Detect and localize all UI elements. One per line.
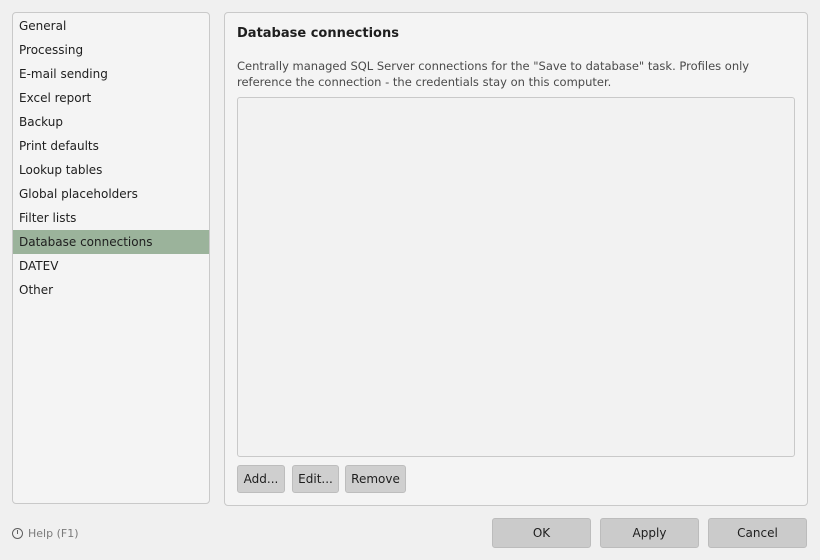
sidebar-item-email-sending[interactable]: E-mail sending xyxy=(13,62,209,86)
apply-button[interactable]: Apply xyxy=(600,518,699,548)
cancel-button[interactable]: Cancel xyxy=(708,518,807,548)
panel-description: Centrally managed SQL Server connections… xyxy=(237,59,750,89)
sidebar-item-global-placeholders[interactable]: Global placeholders xyxy=(13,182,209,206)
sidebar-item-database-connections[interactable]: Database connections xyxy=(13,230,209,254)
sidebar-item-backup[interactable]: Backup xyxy=(13,110,209,134)
sidebar-item-lookup-tables[interactable]: Lookup tables xyxy=(13,158,209,182)
help-label: Help (F1) xyxy=(28,526,79,540)
sidebar-item-processing[interactable]: Processing xyxy=(13,38,209,62)
sidebar-item-filter-lists[interactable]: Filter lists xyxy=(13,206,209,230)
ok-button[interactable]: OK xyxy=(492,518,591,548)
sidebar-item-datev[interactable]: DATEV xyxy=(13,254,209,278)
help-circle-icon xyxy=(12,527,23,539)
add-connection-button[interactable]: Add... xyxy=(237,465,285,493)
settings-sidebar: General Processing E-mail sending Excel … xyxy=(12,12,210,504)
remove-connection-button[interactable]: Remove xyxy=(345,465,406,493)
sidebar-item-other[interactable]: Other xyxy=(13,278,209,302)
help-link[interactable]: Help (F1) xyxy=(12,526,78,540)
connections-list[interactable] xyxy=(237,97,795,457)
sidebar-item-print-defaults[interactable]: Print defaults xyxy=(13,134,209,158)
panel-title: Database connections xyxy=(237,26,399,41)
sidebar-item-general[interactable]: General xyxy=(13,14,209,38)
edit-connection-button[interactable]: Edit... xyxy=(292,465,339,493)
settings-panel: Database connections Centrally managed S… xyxy=(224,12,808,506)
sidebar-item-excel-report[interactable]: Excel report xyxy=(13,86,209,110)
